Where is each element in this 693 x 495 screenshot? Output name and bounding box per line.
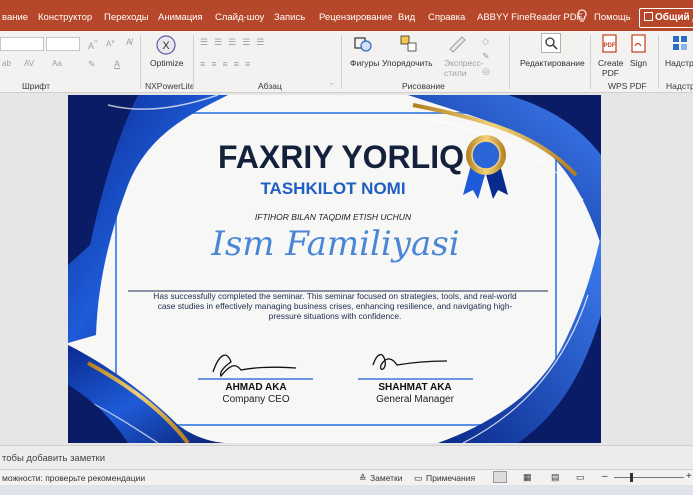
- create-pdf-label-1[interactable]: Create: [598, 58, 624, 68]
- certificate-title: FAXRIY YORLIQ: [218, 139, 464, 175]
- quick-styles-label-1[interactable]: Экспресс-: [444, 58, 484, 68]
- group-addins-label: Надстр: [666, 81, 693, 91]
- comments-toggle[interactable]: Примечания: [426, 473, 475, 483]
- signer-1-name: AHMAD AKA: [225, 382, 287, 393]
- shape-fill-icon[interactable]: ◇: [482, 36, 489, 47]
- tell-me-search[interactable]: Помощь: [594, 12, 631, 23]
- svg-text:PDF: PDF: [604, 43, 616, 49]
- shape-effects-icon[interactable]: ◎: [482, 66, 490, 77]
- addins-button[interactable]: Надстр: [665, 58, 693, 68]
- tab-view[interactable]: Вид: [398, 12, 415, 23]
- svg-text:X: X: [162, 40, 170, 52]
- zoom-slider[interactable]: [614, 477, 684, 478]
- ribbon: A^ Av A̸ ab AV Aa ✎ A Шрифт X Optimize N…: [0, 31, 693, 93]
- zoom-in-button[interactable]: +: [686, 471, 692, 482]
- taskbar: [0, 485, 693, 495]
- lightbulb-icon: [576, 9, 588, 26]
- highlight-icon[interactable]: ✎: [88, 59, 96, 70]
- tab-home[interactable]: вание: [2, 12, 28, 23]
- shapes-button[interactable]: Фигуры: [350, 58, 379, 68]
- signer-1-role: Company CEO: [222, 394, 290, 405]
- zoom-out-button[interactable]: –: [602, 471, 608, 482]
- change-case-icon[interactable]: Aa: [52, 59, 62, 68]
- tab-animations[interactable]: Анимация: [158, 12, 203, 23]
- tab-design[interactable]: Конструктор: [38, 12, 92, 23]
- editing-button[interactable]: Редактирование: [520, 58, 585, 68]
- char-spacing-icon[interactable]: AV: [24, 59, 34, 68]
- normal-view-icon[interactable]: [493, 471, 507, 483]
- slideshow-view-icon[interactable]: ▭: [576, 472, 585, 483]
- group-drawing-label: Рисование: [402, 81, 445, 91]
- quick-styles-label-2: стили: [444, 68, 467, 78]
- tab-help[interactable]: Справка: [428, 12, 465, 23]
- create-pdf-label-2: PDF: [602, 68, 619, 78]
- create-pdf-icon[interactable]: PDF: [600, 33, 620, 55]
- reading-view-icon[interactable]: ▤: [551, 472, 560, 483]
- certificate-body-text: Has successfully completed the seminar. …: [153, 291, 517, 321]
- status-bar: можности: проверьте рекомендации ≙ Замет…: [0, 469, 693, 485]
- tab-slideshow[interactable]: Слайд-шоу: [215, 12, 264, 23]
- sign-button[interactable]: Sign: [630, 58, 647, 68]
- list-icons[interactable]: ☰☰☰☰☰: [200, 37, 270, 48]
- decrease-font-icon[interactable]: Av: [106, 38, 115, 49]
- menu-bar: вание Конструктор Переходы Анимация Слай…: [0, 0, 693, 31]
- group-paragraph-label: Абзац: [258, 81, 282, 91]
- optimize-icon[interactable]: X: [154, 34, 178, 56]
- clear-format-icon[interactable]: A̸: [126, 37, 132, 47]
- tab-review[interactable]: Рецензирование: [319, 12, 392, 23]
- slide-sorter-icon[interactable]: ▦: [523, 472, 532, 483]
- comments-icon: ▭: [414, 473, 423, 483]
- tab-record[interactable]: Запись: [274, 12, 305, 23]
- share-button[interactable]: Общий д: [639, 8, 693, 28]
- share-button-label: Общий д: [655, 12, 693, 23]
- notes-toggle[interactable]: Заметки: [370, 473, 403, 483]
- medal-ribbon-icon: [463, 135, 508, 199]
- dedication-text: IFTIHOR BILAN TAQDIM ETISH UCHUN: [254, 212, 412, 222]
- font-size-box[interactable]: [46, 37, 80, 51]
- group-wps-pdf-label: WPS PDF: [608, 81, 647, 91]
- organization-name: TASHKILOT NOMI: [260, 179, 406, 198]
- zoom-slider-thumb[interactable]: [630, 473, 633, 482]
- increase-font-icon[interactable]: A^: [88, 38, 98, 51]
- notes-placeholder: тобы добавить заметки: [2, 453, 106, 464]
- group-font-label: Шрифт: [22, 81, 50, 91]
- strikethrough-icon[interactable]: ab: [2, 59, 11, 68]
- notes-icon: ≙: [359, 473, 367, 483]
- notes-pane[interactable]: тобы добавить заметки: [0, 445, 693, 469]
- font-name-box[interactable]: [0, 37, 44, 51]
- share-icon: [644, 12, 653, 21]
- optimize-button[interactable]: Optimize: [150, 58, 184, 68]
- quick-styles-icon[interactable]: [446, 33, 468, 55]
- arrange-button[interactable]: Упорядочить: [382, 58, 433, 68]
- sign-icon[interactable]: [629, 33, 649, 55]
- font-color-icon[interactable]: A: [114, 59, 120, 69]
- paragraph-dialog-icon[interactable]: ⌐: [330, 81, 334, 88]
- align-icons[interactable]: ≡≡≡≡≡: [200, 59, 256, 69]
- signer-2-name: SHAHMAT AKA: [378, 382, 452, 393]
- shapes-icon[interactable]: [352, 33, 374, 55]
- recipient-name: Ism Familiyasi: [211, 224, 460, 264]
- tab-transitions[interactable]: Переходы: [104, 12, 149, 23]
- certificate-slide[interactable]: FAXRIY YORLIQ TASHKILOT NOMI IFTIHOR BIL…: [68, 95, 601, 443]
- accessibility-status[interactable]: можности: проверьте рекомендации: [2, 473, 145, 483]
- tab-abbyy[interactable]: ABBYY FineReader PDF: [477, 12, 582, 23]
- addins-icon[interactable]: [671, 34, 689, 52]
- signer-2-role: General Manager: [376, 394, 454, 405]
- search-icon[interactable]: [541, 33, 561, 53]
- group-nxpowerlite-label: NXPowerLite: [145, 81, 195, 91]
- shape-outline-icon[interactable]: ✎: [482, 51, 490, 62]
- arrange-icon[interactable]: [398, 33, 420, 55]
